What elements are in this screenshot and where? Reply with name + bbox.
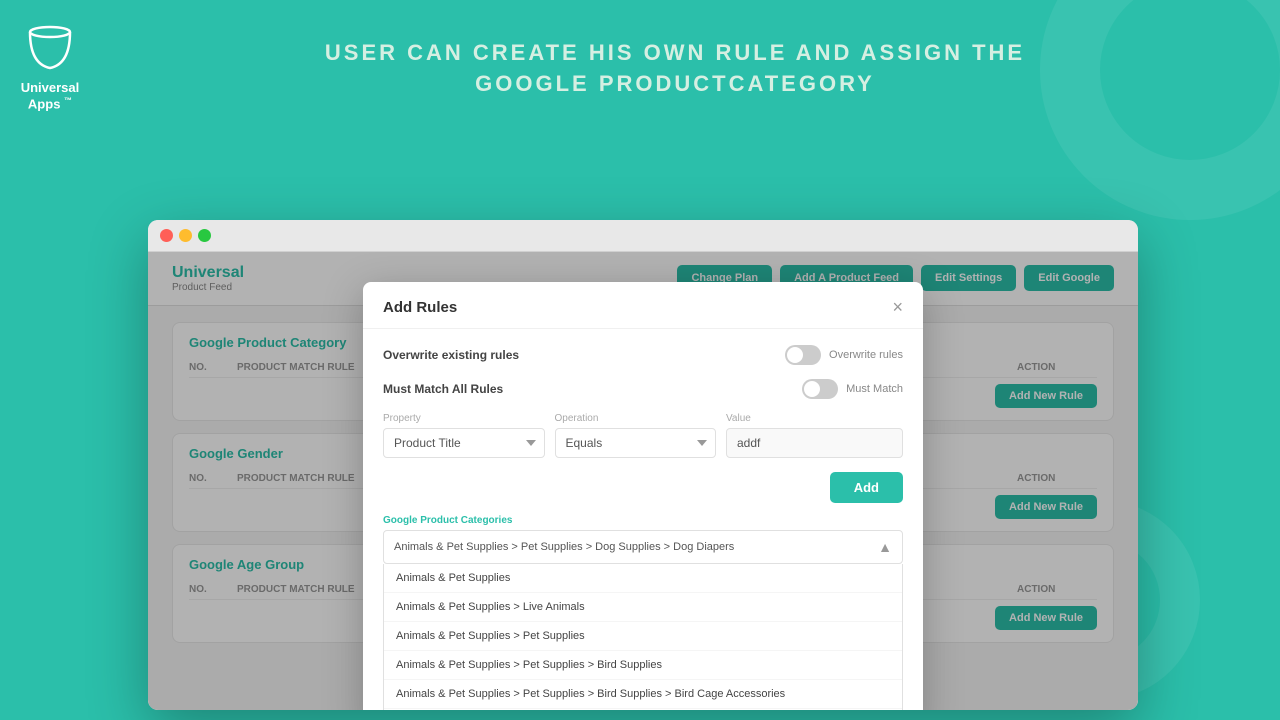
category-section-label: Google Product Categories <box>383 515 903 526</box>
dropdown-item[interactable]: Animals & Pet Supplies > Live Animals <box>384 593 902 622</box>
dropdown-item[interactable]: Animals & Pet Supplies <box>384 564 902 593</box>
add-button[interactable]: Add <box>830 472 903 503</box>
category-section: Google Product Categories ▲ Animals & Pe… <box>383 515 903 710</box>
category-input-row: ▲ <box>383 530 903 564</box>
headline-text: USER CAN CREATE HIS OWN RULE AND ASSIGN … <box>100 38 1250 100</box>
dropdown-item[interactable]: Animals & Pet Supplies > Pet Supplies <box>384 622 902 651</box>
rule-form-row: Property Product Title Operation Equals <box>383 413 903 458</box>
must-match-label: Must Match All Rules <box>383 382 503 396</box>
page-header: Universal Apps ™ USER CAN CREATE HIS OWN… <box>0 0 1280 112</box>
category-input[interactable] <box>384 533 868 561</box>
value-label: Value <box>726 413 903 424</box>
modal-close-button[interactable]: × <box>892 298 903 316</box>
overwrite-rules-label: Overwrite existing rules <box>383 348 519 362</box>
value-input[interactable] <box>726 428 903 458</box>
logo-area: Universal Apps ™ <box>20 18 80 112</box>
overwrite-rules-toggle-area: Overwrite rules <box>785 345 903 365</box>
overwrite-rules-row: Overwrite existing rules Overwrite rules <box>383 345 903 365</box>
modal-body: Overwrite existing rules Overwrite rules… <box>363 329 923 710</box>
browser-titlebar <box>148 220 1138 252</box>
must-match-toggle[interactable] <box>802 379 838 399</box>
value-group: Value <box>726 413 903 458</box>
headline-area: USER CAN CREATE HIS OWN RULE AND ASSIGN … <box>100 18 1250 100</box>
overwrite-rules-toggle[interactable] <box>785 345 821 365</box>
overwrite-rules-toggle-text: Overwrite rules <box>829 349 903 361</box>
category-dropdown[interactable]: Animals & Pet SuppliesAnimals & Pet Supp… <box>383 564 903 710</box>
must-match-toggle-area: Must Match <box>802 379 903 399</box>
operation-group: Operation Equals <box>555 413 717 458</box>
traffic-light-red[interactable] <box>160 229 173 242</box>
traffic-light-green[interactable] <box>198 229 211 242</box>
property-group: Property Product Title <box>383 413 545 458</box>
must-match-row: Must Match All Rules Must Match <box>383 379 903 399</box>
modal-header: Add Rules × <box>363 282 923 329</box>
modal-overlay: Add Rules × Overwrite existing rules Ove… <box>148 252 1138 710</box>
browser-window: Universal Product Feed Change Plan Add A… <box>148 220 1138 710</box>
dropdown-item[interactable]: Animals & Pet Supplies > Pet Supplies > … <box>384 680 902 709</box>
traffic-light-yellow[interactable] <box>179 229 192 242</box>
property-select[interactable]: Product Title <box>383 428 545 458</box>
logo-text: Universal Apps ™ <box>21 80 80 112</box>
operation-label: Operation <box>555 413 717 424</box>
modal-title: Add Rules <box>383 299 457 316</box>
add-rules-modal: Add Rules × Overwrite existing rules Ove… <box>363 282 923 710</box>
universal-apps-logo-icon <box>20 18 80 78</box>
add-button-area: Add <box>383 472 903 503</box>
property-label: Property <box>383 413 545 424</box>
operation-select[interactable]: Equals <box>555 428 717 458</box>
browser-content: Universal Product Feed Change Plan Add A… <box>148 252 1138 710</box>
must-match-toggle-text: Must Match <box>846 383 903 395</box>
dropdown-item[interactable]: Animals & Pet Supplies > Pet Supplies > … <box>384 651 902 680</box>
dropdown-item[interactable]: Animals & Pet Supplies > Pet Supplies > … <box>384 709 902 710</box>
category-arrow-icon: ▲ <box>868 531 902 563</box>
